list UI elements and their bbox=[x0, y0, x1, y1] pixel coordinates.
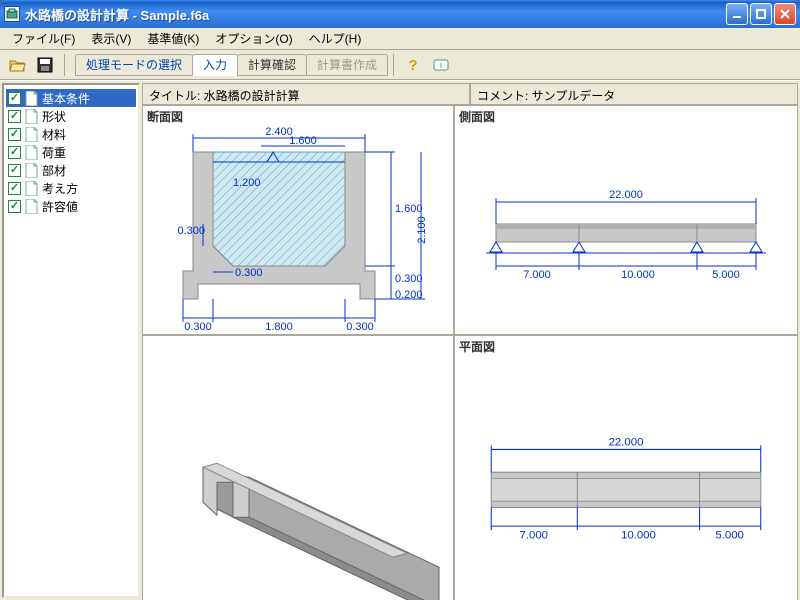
section-label: 断面図 bbox=[147, 108, 183, 125]
sidebar-item[interactable]: 材料 bbox=[6, 125, 136, 143]
tab-input[interactable]: 入力 bbox=[192, 54, 238, 76]
separator bbox=[64, 54, 65, 76]
menu-base[interactable]: 基準値(K) bbox=[139, 28, 207, 49]
dim-span-c: 5.000 bbox=[712, 269, 740, 281]
main-area: タイトル: 水路橋の設計計算 コメント: サンプルデータ 断面図 bbox=[142, 83, 798, 598]
side-label: 側面図 bbox=[459, 108, 495, 125]
dim-fillet: 0.300 bbox=[235, 267, 263, 279]
page-icon bbox=[25, 199, 38, 214]
toolbar: 処理モードの選択 入力 計算確認 計算書作成 ? i bbox=[0, 50, 800, 80]
view-panels: 断面図 bbox=[142, 105, 798, 600]
sidebar-item-label: 部材 bbox=[42, 162, 66, 179]
title-cell: タイトル: 水路橋の設計計算 bbox=[142, 83, 470, 105]
dim-stub: 0.200 bbox=[395, 289, 423, 301]
sidebar-item-label: 考え方 bbox=[42, 180, 78, 197]
check-icon bbox=[8, 200, 21, 213]
open-button[interactable] bbox=[4, 53, 30, 77]
sidebar-item[interactable]: 基本条件 bbox=[6, 89, 136, 107]
dim-plan-b: 10.000 bbox=[621, 530, 656, 542]
iso-view[interactable] bbox=[142, 335, 454, 600]
side-view[interactable]: 側面図 bbox=[454, 105, 798, 335]
maximize-button[interactable] bbox=[750, 3, 772, 25]
svg-text:i: i bbox=[440, 60, 442, 70]
app-window: 水路橋の設計計算 - Sample.f6a ファイル(F) 表示(V) 基準値(… bbox=[0, 0, 800, 600]
title-value: 水路橋の設計計算 bbox=[204, 89, 300, 103]
dim-overall-h: 2.100 bbox=[416, 216, 428, 244]
dim-span-a: 7.000 bbox=[523, 269, 551, 281]
svg-text:?: ? bbox=[408, 57, 417, 74]
sidebar-item-label: 基本条件 bbox=[42, 90, 90, 107]
sidebar-item-label: 荷重 bbox=[42, 144, 66, 161]
menubar: ファイル(F) 表示(V) 基準値(K) オプション(O) ヘルプ(H) bbox=[0, 28, 800, 50]
dim-plan-total: 22.000 bbox=[609, 436, 644, 448]
dim-foot-l: 0.300 bbox=[184, 321, 212, 333]
dim-water: 1.600 bbox=[289, 135, 317, 147]
dim-plan-c: 5.000 bbox=[715, 530, 744, 542]
check-icon bbox=[8, 128, 21, 141]
page-icon bbox=[25, 127, 38, 142]
app-icon bbox=[4, 6, 20, 22]
sidebar-item[interactable]: 形状 bbox=[6, 107, 136, 125]
menu-help[interactable]: ヘルプ(H) bbox=[301, 28, 370, 49]
tab-report[interactable]: 計算書作成 bbox=[306, 54, 388, 76]
menu-file[interactable]: ファイル(F) bbox=[4, 28, 83, 49]
dim-span-b: 10.000 bbox=[621, 269, 655, 281]
tab-verify[interactable]: 計算確認 bbox=[237, 54, 307, 76]
dim-bottom-w: 1.800 bbox=[265, 321, 293, 333]
title-label: タイトル: bbox=[149, 89, 204, 103]
section-view[interactable]: 断面図 bbox=[142, 105, 454, 335]
dim-depth-in: 1.200 bbox=[233, 177, 261, 189]
dim-ledge: 0.300 bbox=[177, 225, 205, 237]
sidebar-item[interactable]: 荷重 bbox=[6, 143, 136, 161]
window-title: 水路橋の設計計算 - Sample.f6a bbox=[25, 5, 726, 24]
plan-view[interactable]: 平面図 22.000 7.000 10.000 5.000 bbox=[454, 335, 798, 600]
close-button[interactable] bbox=[774, 3, 796, 25]
check-icon bbox=[8, 182, 21, 195]
sidebar-item-label: 形状 bbox=[42, 108, 66, 125]
comment-label: コメント: bbox=[477, 89, 532, 103]
sidebar-item-label: 材料 bbox=[42, 126, 66, 143]
sidebar-item[interactable]: 許容値 bbox=[6, 197, 136, 215]
menu-view[interactable]: 表示(V) bbox=[83, 28, 139, 49]
page-icon bbox=[25, 91, 38, 106]
sidebar-item[interactable]: 考え方 bbox=[6, 179, 136, 197]
check-icon bbox=[8, 164, 21, 177]
help-button[interactable]: ? bbox=[400, 53, 426, 77]
sidebar: 基本条件形状材料荷重部材考え方許容値 bbox=[2, 83, 140, 598]
dim-slab: 0.300 bbox=[395, 273, 423, 285]
page-icon bbox=[25, 109, 38, 124]
comment-value: サンプルデータ bbox=[532, 89, 616, 103]
page-icon bbox=[25, 181, 38, 196]
info-row: タイトル: 水路橋の設計計算 コメント: サンプルデータ bbox=[142, 83, 798, 105]
save-button[interactable] bbox=[32, 53, 58, 77]
tabbar: 処理モードの選択 入力 計算確認 計算書作成 bbox=[75, 53, 387, 77]
dim-foot-r: 0.300 bbox=[346, 321, 374, 333]
separator bbox=[393, 54, 394, 76]
page-icon bbox=[25, 145, 38, 160]
client-area: 基本条件形状材料荷重部材考え方許容値 タイトル: 水路橋の設計計算 コメント: … bbox=[0, 80, 800, 600]
minimize-button[interactable] bbox=[726, 3, 748, 25]
dim-plan-a: 7.000 bbox=[520, 530, 549, 542]
comment-cell: コメント: サンプルデータ bbox=[470, 83, 798, 105]
tab-mode[interactable]: 処理モードの選択 bbox=[75, 54, 193, 76]
check-icon bbox=[8, 92, 21, 105]
sidebar-item-label: 許容値 bbox=[42, 198, 78, 215]
dim-span-total: 22.000 bbox=[609, 189, 643, 201]
titlebar: 水路橋の設計計算 - Sample.f6a bbox=[0, 0, 800, 28]
check-icon bbox=[8, 110, 21, 123]
plan-label: 平面図 bbox=[459, 338, 495, 355]
menu-option[interactable]: オプション(O) bbox=[207, 28, 300, 49]
page-icon bbox=[25, 163, 38, 178]
sidebar-item[interactable]: 部材 bbox=[6, 161, 136, 179]
dim-wall-h: 1.600 bbox=[395, 203, 423, 215]
check-icon bbox=[8, 146, 21, 159]
info-button[interactable]: i bbox=[428, 53, 454, 77]
